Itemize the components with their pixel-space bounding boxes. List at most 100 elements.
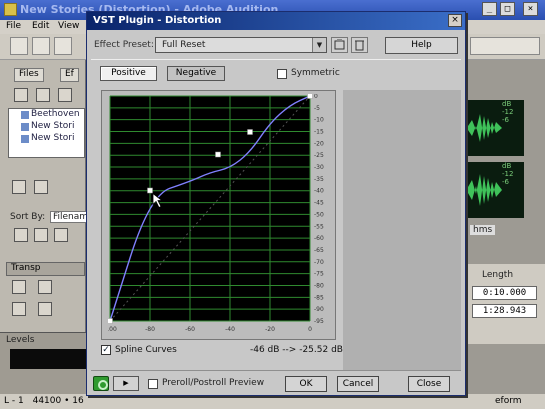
file-list: Beethoven New Stori New Stori	[8, 108, 85, 158]
view-icon-2[interactable]	[34, 228, 48, 242]
waveform-left-channel	[464, 100, 502, 156]
preview-play-button[interactable]: ▶	[113, 376, 139, 391]
x-tick-label: -60	[185, 326, 195, 333]
sort-by-label: Sort By:	[10, 212, 46, 222]
y-tick-label: -90	[314, 306, 324, 313]
list-item[interactable]: New Stori	[9, 121, 84, 133]
maximize-button[interactable]: □	[500, 2, 515, 16]
y-tick-label: -40	[314, 188, 324, 195]
view-icon-3[interactable]	[54, 228, 68, 242]
ok-button[interactable]: OK	[285, 376, 327, 392]
length-field[interactable]: 1:28.943	[472, 304, 537, 318]
menu-edit[interactable]: Edit	[32, 21, 49, 31]
control-point[interactable]	[215, 151, 221, 158]
tab-files[interactable]: Files	[14, 68, 44, 82]
tab-effects[interactable]: Ef	[60, 68, 79, 82]
ruler-label: -12	[502, 170, 514, 178]
control-point[interactable]	[147, 187, 153, 194]
list-item[interactable]: New Stori	[9, 133, 84, 145]
time-format-label[interactable]: hms	[470, 225, 496, 235]
y-tick-label: -45	[314, 200, 324, 207]
status-view: eform	[495, 396, 522, 406]
view-icon-1[interactable]	[14, 228, 28, 242]
close-app-button[interactable]: ×	[523, 2, 538, 16]
spline-curves-label: Spline Curves	[115, 345, 177, 355]
ruler-label: dB	[502, 162, 512, 170]
waveform-right-channel	[464, 162, 502, 218]
db-ruler-bottom: dB -12 -6	[502, 162, 524, 218]
vst-plugin-dialog: VST Plugin - Distortion × Effect Preset:…	[86, 11, 466, 396]
symmetric-checkbox[interactable]	[277, 69, 287, 79]
divider	[91, 370, 461, 371]
control-point[interactable]	[247, 129, 253, 135]
preroll-checkbox[interactable]	[148, 379, 158, 389]
distortion-graph[interactable]: -100 -80 -60 -40 -20 0 0 -5 -10 -15 -20 -25 -30 -35 -4…	[108, 94, 332, 338]
y-tick-label: -65	[314, 247, 324, 254]
effect-preset-select[interactable]: Full Reset ▼	[155, 37, 327, 53]
transport-label: Transp	[11, 263, 41, 273]
sort-by-select[interactable]: Filenam	[50, 211, 92, 223]
y-tick-label: -50	[314, 211, 324, 218]
dialog-titlebar[interactable]: VST Plugin - Distortion ×	[87, 12, 465, 30]
y-tick-label: -5	[314, 105, 320, 112]
close-file-icon[interactable]	[36, 88, 50, 102]
insert-icon[interactable]	[58, 88, 72, 102]
status-channel: L - 1	[4, 396, 24, 406]
autoplay-icon[interactable]	[12, 180, 26, 194]
levels-label: Levels	[6, 335, 35, 345]
y-tick-label: -55	[314, 223, 324, 230]
cd-mode-icon[interactable]	[54, 37, 72, 55]
y-tick-label: -70	[314, 259, 324, 266]
help-button[interactable]: Help	[385, 37, 458, 54]
play-icon[interactable]	[38, 280, 52, 294]
y-tick-label: -15	[314, 129, 324, 136]
y-tick-label: -20	[314, 140, 324, 147]
edit-mode-icon[interactable]	[10, 37, 28, 55]
cancel-button[interactable]: Cancel	[337, 376, 379, 392]
ruler-label: -6	[502, 178, 509, 186]
chevron-down-icon[interactable]: ▼	[312, 38, 326, 52]
y-tick-label: 0	[314, 94, 318, 100]
x-tick-label: -20	[265, 326, 275, 333]
y-tick-label: -25	[314, 152, 324, 159]
dialog-side-pane	[343, 90, 461, 371]
spline-curves-checkbox[interactable]: ✓	[101, 345, 111, 355]
stop-icon[interactable]	[12, 280, 26, 294]
close-button[interactable]: Close	[408, 376, 450, 392]
y-tick-label: -35	[314, 176, 324, 183]
menu-view[interactable]: View	[58, 21, 79, 31]
ruler-label: -6	[502, 116, 509, 124]
transport-panel-header: Transp	[6, 262, 85, 276]
app-icon	[4, 3, 17, 16]
distortion-graph-panel: -100 -80 -60 -40 -20 0 0 -5 -10 -15 -20 -25 -30 -35 -4…	[101, 90, 336, 340]
multitrack-icon[interactable]	[32, 37, 50, 55]
x-tick-label: -80	[145, 326, 155, 333]
positive-button[interactable]: Positive	[100, 66, 157, 81]
control-point[interactable]	[307, 94, 313, 99]
length-field[interactable]: 0:10.000	[472, 286, 537, 300]
ruler-label: -12	[502, 108, 514, 116]
delete-preset-icon[interactable]	[351, 37, 368, 53]
control-point[interactable]	[108, 318, 113, 324]
minimize-button[interactable]: _	[482, 2, 497, 16]
y-tick-label: -30	[314, 164, 324, 171]
y-tick-label: -85	[314, 294, 324, 301]
db-readout: -46 dB --> -25.52 dB	[250, 345, 343, 355]
rewind-icon[interactable]	[38, 302, 52, 316]
pause-icon[interactable]	[12, 302, 26, 316]
dialog-close-icon[interactable]: ×	[448, 14, 462, 27]
negative-button[interactable]: Negative	[167, 66, 225, 81]
add-preset-icon[interactable]	[331, 37, 348, 53]
menu-file[interactable]: File	[6, 21, 21, 31]
symmetric-label: Symmetric	[291, 68, 340, 78]
length-header: Length	[482, 270, 514, 280]
workspace-selector[interactable]	[470, 37, 540, 55]
power-icon[interactable]	[93, 376, 109, 391]
loop-icon[interactable]	[34, 180, 48, 194]
status-sample-rate: 44100 • 16	[32, 396, 84, 406]
import-icon[interactable]	[14, 88, 28, 102]
x-tick-label: -100	[108, 326, 117, 333]
x-tick-label: 0	[308, 326, 312, 333]
x-tick-label: -40	[225, 326, 235, 333]
list-item[interactable]: Beethoven	[9, 109, 84, 121]
